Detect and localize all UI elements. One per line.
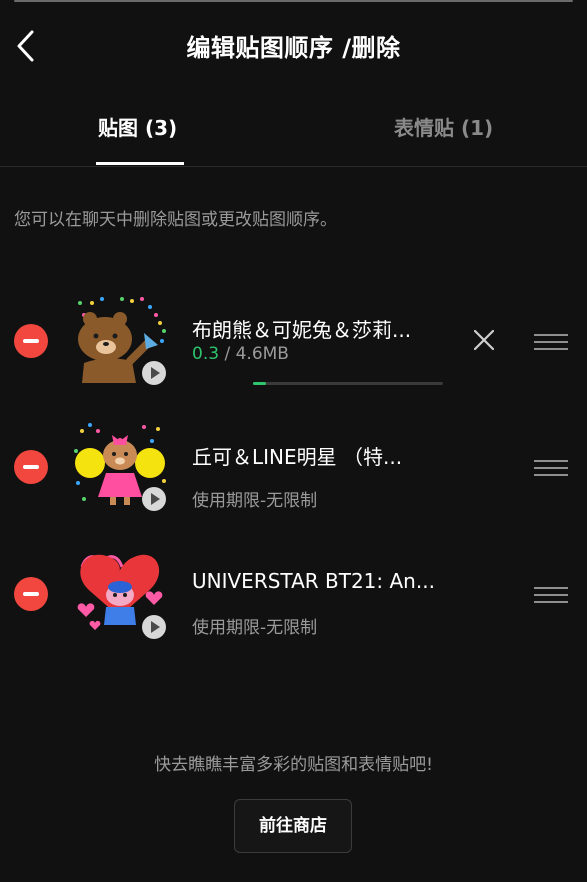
tab-emoji[interactable]: 表情贴 (1) (394, 112, 493, 141)
instruction-text: 您可以在聊天中删除贴图或更改贴图顺序。 (14, 210, 337, 230)
drag-handle-icon[interactable] (534, 460, 568, 478)
play-animation-icon[interactable] (142, 361, 166, 385)
sticker-title: UNIVERSTAR BT21: An... (192, 569, 435, 593)
empty-hint: 快去瞧瞧丰富多彩的贴图和表情贴吧! (154, 755, 433, 775)
download-separator: / (219, 344, 236, 364)
go-to-shop-button[interactable]: 前往商店 (234, 799, 352, 853)
download-current: 0.3 (192, 344, 220, 364)
sticker-thumbnail (72, 295, 168, 385)
drag-handle-icon[interactable] (534, 334, 568, 352)
header: 编辑贴图顺序 /删除 (0, 0, 587, 92)
remove-sticker-button[interactable] (14, 450, 48, 484)
sticker-thumbnail (72, 549, 168, 639)
play-animation-icon[interactable] (142, 615, 166, 639)
validity-text: 使用期限-无限制 (192, 491, 318, 511)
sticker-title: 布朗熊＆可妮兔＆莎莉... (192, 318, 412, 342)
download-progress-fill (253, 382, 267, 385)
tab-stickers[interactable]: 贴图 (3) (98, 112, 177, 141)
sticker-title: 丘可＆LINE明星 （特... (192, 445, 403, 469)
remove-sticker-button[interactable] (14, 577, 48, 611)
active-tab-indicator (96, 162, 184, 165)
download-progress-bar (253, 382, 443, 385)
tab-bar: 贴图 (3) 表情贴 (1) (0, 100, 587, 167)
remove-sticker-button[interactable] (14, 324, 48, 358)
download-total: 4.6MB (235, 344, 289, 364)
cancel-download-button[interactable] (470, 326, 498, 354)
validity-text: 使用期限-无限制 (192, 618, 318, 638)
drag-handle-icon[interactable] (534, 587, 568, 605)
play-animation-icon[interactable] (142, 487, 166, 511)
sticker-thumbnail (72, 421, 168, 511)
close-icon (473, 329, 495, 351)
page-title: 编辑贴图顺序 /删除 (186, 34, 401, 62)
download-status: 0.3 / 4.6MB (192, 344, 289, 364)
